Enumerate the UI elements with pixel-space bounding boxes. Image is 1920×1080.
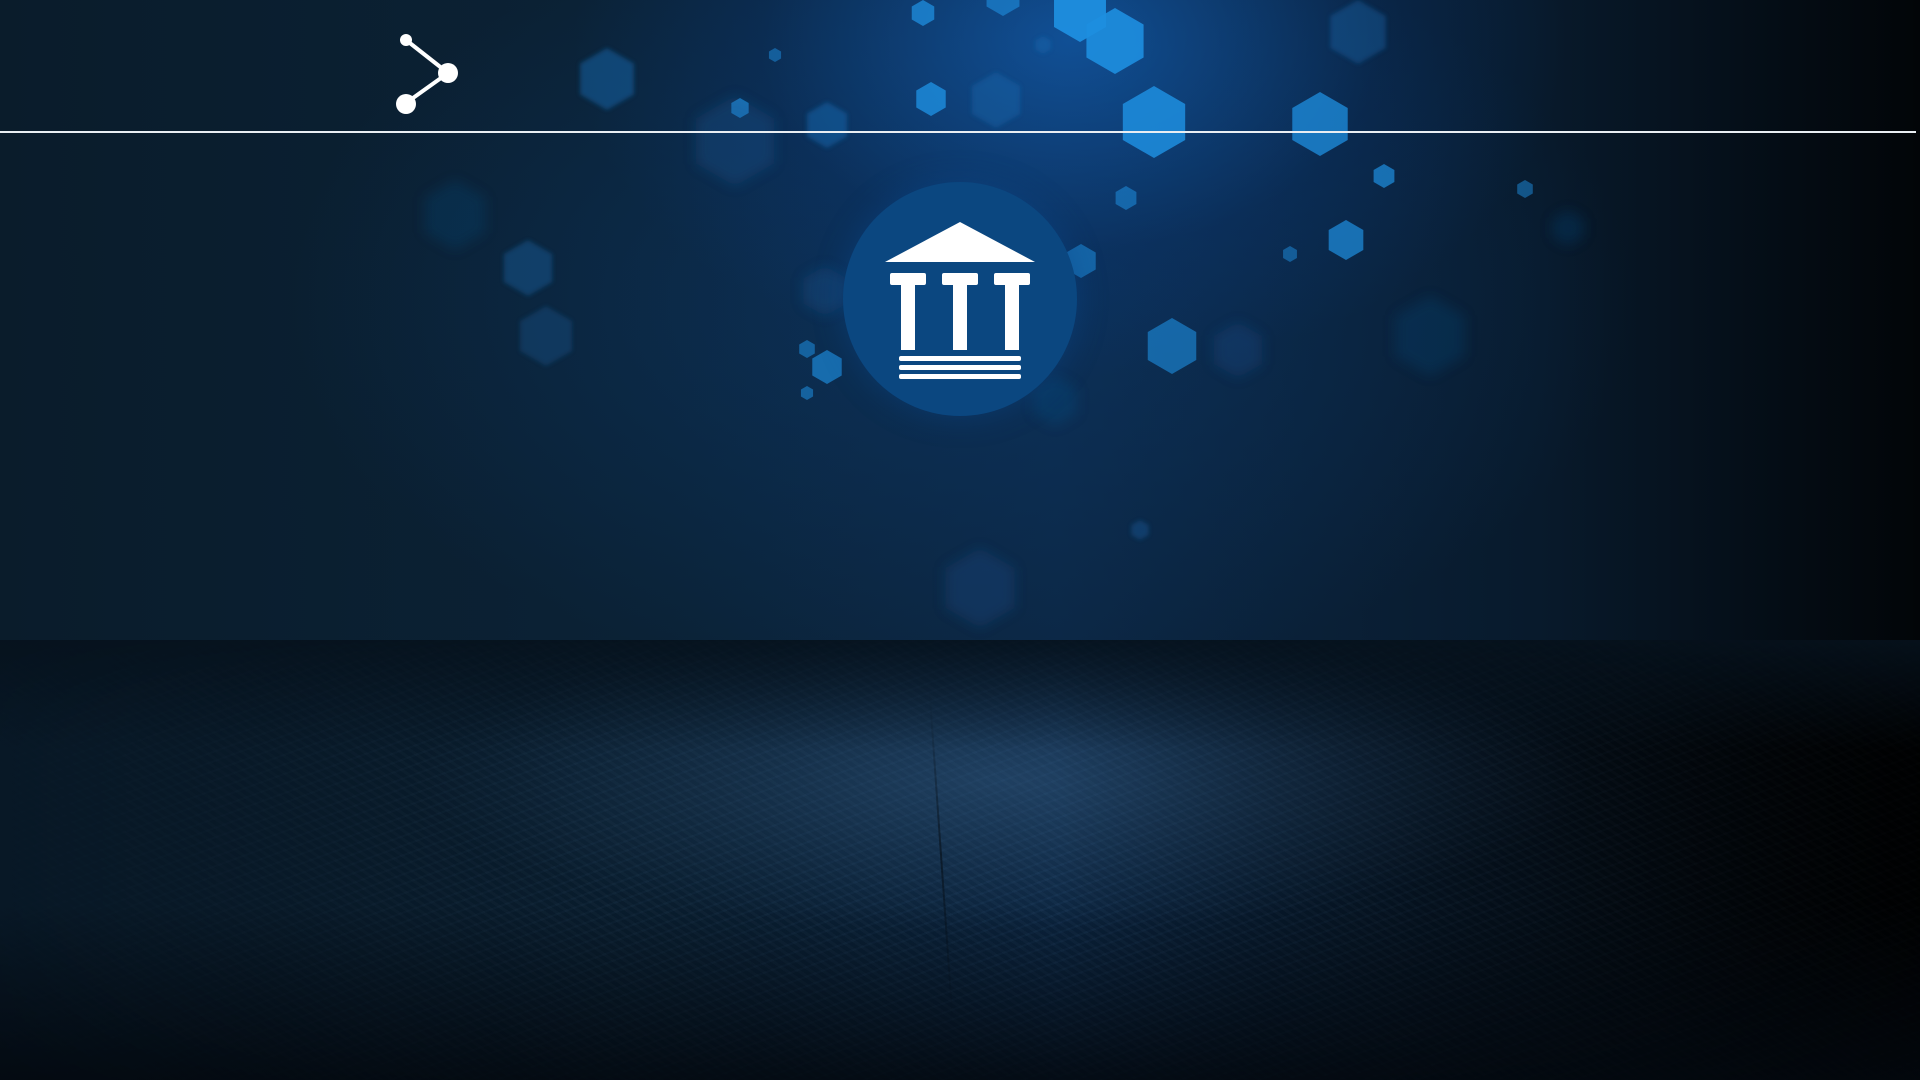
floor-vignette	[0, 640, 1920, 1080]
bank-building-icon	[843, 182, 1077, 416]
slide-canvas	[0, 0, 1920, 1080]
bank-building-graphic	[885, 222, 1035, 379]
share-icon-graphic	[396, 34, 458, 114]
share-icon[interactable]	[390, 30, 470, 120]
header-divider-line	[0, 131, 1916, 133]
